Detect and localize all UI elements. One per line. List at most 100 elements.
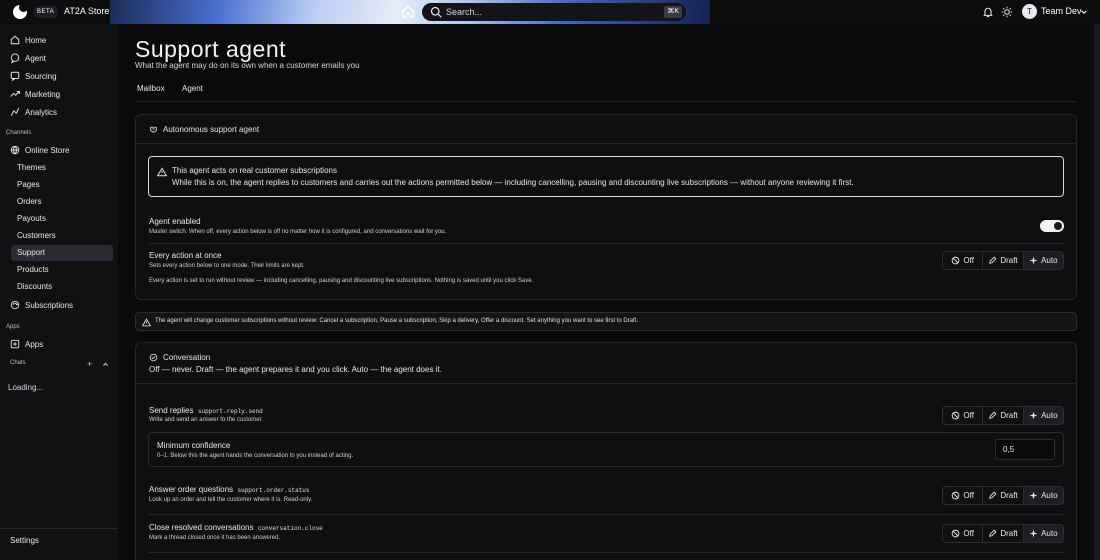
answer-order-questions-title: Answer order questions support.order.sta… xyxy=(149,485,310,494)
chats-header: Chats + xyxy=(10,360,110,370)
warning-icon xyxy=(157,167,167,177)
refresh-icon xyxy=(10,300,20,310)
chat-bubble-icon xyxy=(10,53,20,63)
sidebar-item-sourcing[interactable]: Sourcing xyxy=(10,68,57,84)
mode-auto-label: Auto xyxy=(1041,529,1058,538)
home-icon[interactable] xyxy=(401,5,415,19)
logo-icon[interactable] xyxy=(13,3,28,19)
mode-draft-label: Draft xyxy=(1000,529,1018,538)
sidebar-item-subscriptions[interactable]: Subscriptions xyxy=(10,297,73,313)
send-replies-mode-selector: Off Draft Auto xyxy=(942,406,1064,425)
close-conversations-mode-selector: Off Draft Auto xyxy=(942,524,1064,543)
card-header: Autonomous support agent xyxy=(149,125,259,134)
mode-draft-button[interactable]: Draft xyxy=(983,407,1024,424)
minimum-confidence-input[interactable] xyxy=(995,439,1055,460)
sidebar-item-label: Home xyxy=(25,35,47,45)
sidebar-item-online-store[interactable]: Online Store xyxy=(10,142,69,158)
divider xyxy=(136,383,1076,384)
settings-link[interactable]: Settings xyxy=(10,536,39,545)
sidebar-item-home[interactable]: Home xyxy=(10,32,46,48)
sidebar-item-support[interactable]: Support xyxy=(11,245,113,261)
minimum-confidence-description: 0–1. Below this the agent hands the conv… xyxy=(157,453,354,459)
scrollbar[interactable] xyxy=(1094,24,1100,560)
chevron-down-icon[interactable] xyxy=(1080,8,1088,16)
user-name[interactable]: Team Dev xyxy=(1041,6,1082,16)
tab-mailbox[interactable]: Mailbox xyxy=(137,84,165,102)
top-bar: BETA AT2A Store ⌘K T Team Dev xyxy=(0,0,1100,24)
sidebar-item-agent[interactable]: Agent xyxy=(10,50,46,66)
avatar[interactable]: T xyxy=(1022,4,1037,19)
bot-icon xyxy=(150,126,157,133)
chevron-up-icon[interactable] xyxy=(102,361,109,368)
warning-body: While this is on, the agent replies to c… xyxy=(172,178,854,187)
sidebar-item-analytics[interactable]: Analytics xyxy=(10,104,57,120)
mode-draft-label: Draft xyxy=(1000,411,1018,420)
warning-title: This agent acts on real customer subscri… xyxy=(172,166,337,175)
mode-draft-button[interactable]: Draft xyxy=(983,525,1024,542)
sidebar-item-orders[interactable]: Orders xyxy=(11,194,113,210)
search-icon xyxy=(430,6,442,18)
chats-loading: Loading... xyxy=(8,383,44,392)
mode-auto-button[interactable]: Auto xyxy=(1023,487,1063,504)
ban-icon xyxy=(952,256,960,265)
sidebar-item-label: Subscriptions xyxy=(25,300,74,310)
globe-icon xyxy=(10,145,20,155)
action-code: support.reply.send xyxy=(197,408,263,415)
card-header: Conversation xyxy=(149,353,210,362)
warning-icon xyxy=(142,318,151,327)
mode-draft-button[interactable]: Draft xyxy=(983,252,1024,269)
mode-auto-button[interactable]: Auto xyxy=(1023,525,1063,542)
sun-icon[interactable] xyxy=(1001,6,1013,18)
pencil-icon xyxy=(989,529,997,537)
card-title: Conversation xyxy=(163,353,211,362)
sidebar-item-payouts[interactable]: Payouts xyxy=(11,211,113,227)
tab-agent[interactable]: Agent xyxy=(182,84,203,102)
answer-order-questions-mode-selector: Off Draft Auto xyxy=(942,486,1064,505)
mode-off-button[interactable]: Off xyxy=(943,252,984,269)
mode-off-button[interactable]: Off xyxy=(943,487,984,504)
store-name[interactable]: AT2A Store xyxy=(64,6,109,16)
sidebar-item-label: Apps xyxy=(25,339,44,349)
mode-off-label: Off xyxy=(963,529,974,538)
mode-auto-button[interactable]: Auto xyxy=(1023,252,1063,269)
sidebar-item-products[interactable]: Products xyxy=(11,262,113,278)
search-input[interactable] xyxy=(446,4,646,20)
divider xyxy=(148,514,1064,515)
sidebar-item-marketing[interactable]: Marketing xyxy=(10,86,60,102)
sidebar-item-pages[interactable]: Pages xyxy=(11,177,113,193)
ban-icon xyxy=(952,491,960,500)
agent-enabled-toggle[interactable] xyxy=(1040,220,1064,232)
agent-enabled-title: Agent enabled xyxy=(149,217,201,226)
search-bar[interactable]: ⌘K xyxy=(422,3,686,21)
pencil-icon xyxy=(989,411,997,419)
sidebar-item-apps[interactable]: Apps xyxy=(10,336,43,352)
close-conversations-title: Close resolved conversations conversatio… xyxy=(149,523,323,532)
home-icon xyxy=(10,35,20,45)
mode-off-button[interactable]: Off xyxy=(943,407,984,424)
apps-section-label: Apps xyxy=(6,324,20,330)
beta-badge: BETA xyxy=(33,6,59,18)
review-notice: The agent will change customer subscript… xyxy=(135,312,1077,331)
mode-draft-label: Draft xyxy=(1000,491,1018,500)
analytics-icon xyxy=(10,108,20,116)
mode-off-button[interactable]: Off xyxy=(943,525,984,542)
sparkle-icon xyxy=(1029,256,1038,265)
sidebar-item-customers[interactable]: Customers xyxy=(11,228,113,244)
message-square-icon xyxy=(10,71,20,81)
send-replies-description: Write and send an answer to the customer… xyxy=(149,417,263,423)
sidebar-item-label: Analytics xyxy=(25,107,58,117)
sparkle-icon xyxy=(1029,529,1038,538)
divider xyxy=(0,528,118,529)
every-action-description: Sets every action below to one mode. The… xyxy=(149,263,305,269)
check-circle-icon xyxy=(149,353,158,362)
sidebar-item-themes[interactable]: Themes xyxy=(11,160,113,176)
autonomous-agent-card: Autonomous support agent This agent acts… xyxy=(135,114,1077,300)
sidebar-item-discounts[interactable]: Discounts xyxy=(11,279,113,295)
mode-off-label: Off xyxy=(963,491,974,500)
mode-draft-button[interactable]: Draft xyxy=(983,487,1024,504)
mode-auto-button[interactable]: Auto xyxy=(1023,407,1063,424)
bell-icon[interactable] xyxy=(982,6,994,18)
new-chat-button[interactable]: + xyxy=(87,360,92,369)
ban-icon xyxy=(952,529,960,538)
channels-section-label: Channels xyxy=(6,130,32,136)
